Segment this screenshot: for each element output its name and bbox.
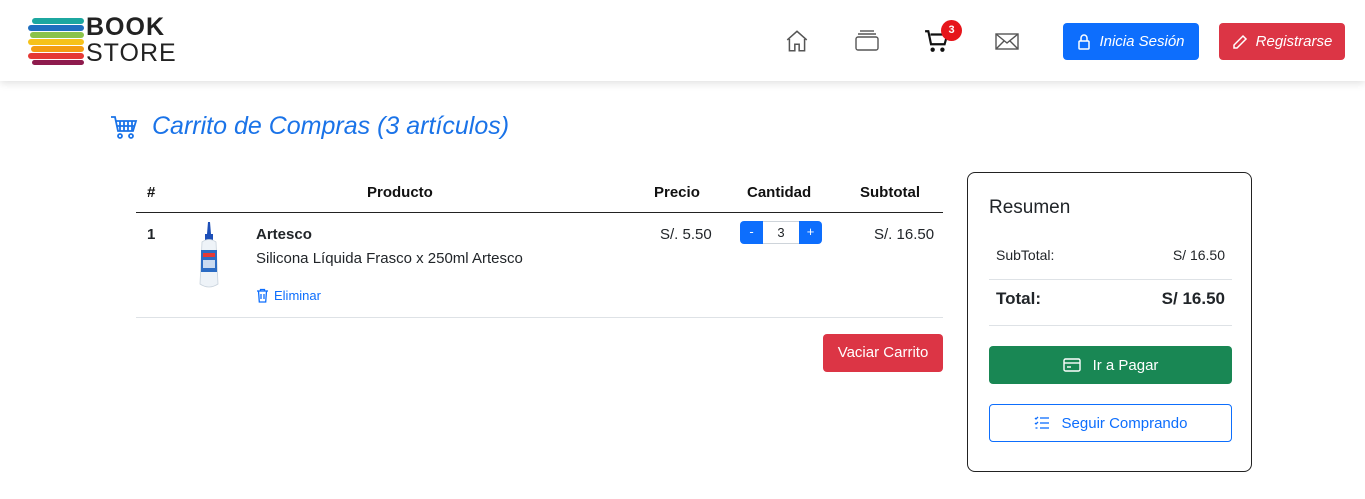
mail-icon[interactable]	[994, 28, 1020, 54]
qty-value[interactable]: 3	[763, 221, 799, 244]
summary-divider	[989, 279, 1232, 280]
layers-icon[interactable]	[854, 28, 880, 54]
login-button[interactable]: Inicia Sesión	[1063, 23, 1199, 60]
header-subtotal: Subtotal	[860, 184, 920, 201]
header-qty: Cantidad	[747, 184, 812, 201]
table-row-divider	[136, 317, 943, 318]
checkout-button[interactable]: Ir a Pagar	[989, 346, 1232, 384]
summary-total-label: Total:	[996, 289, 1042, 308]
summary-total-value: S/ 16.50	[1161, 289, 1225, 308]
product-subtotal: S/. 16.50	[874, 226, 935, 243]
summary-subtotal-label: SubTotal:	[996, 247, 1055, 263]
login-label: Inicia Sesión	[1099, 33, 1185, 50]
summary-subtotal-value: S/ 16.50	[1172, 247, 1225, 263]
remove-item-link[interactable]: Eliminar	[256, 288, 321, 303]
home-icon[interactable]	[784, 28, 810, 54]
product-image[interactable]	[194, 222, 224, 290]
register-label: Registrarse	[1255, 33, 1333, 50]
logo-text: BOOK STORE	[86, 14, 177, 66]
product-brand: Artesco	[256, 226, 312, 243]
bookstore-logo[interactable]: BOOK STORE	[28, 14, 178, 68]
clear-cart-button[interactable]: Vaciar Carrito	[823, 334, 943, 372]
summary-total-row: Total: S/ 16.50	[989, 289, 1232, 309]
register-button[interactable]: Registrarse	[1219, 23, 1345, 60]
logo-line-2: STORE	[86, 39, 177, 67]
list-icon	[1034, 416, 1049, 429]
qty-decrease-button[interactable]: -	[740, 221, 763, 244]
summary-title: Resumen	[989, 197, 1071, 218]
cart-count-badge: 3	[941, 20, 962, 41]
trash-icon	[257, 288, 268, 303]
header-price: Precio	[654, 184, 700, 201]
qty-increase-button[interactable]: +	[799, 221, 822, 244]
page-title-text: Carrito de Compras (3 artículos)	[152, 112, 510, 140]
pencil-icon	[1232, 34, 1247, 49]
header-product: Producto	[367, 184, 433, 201]
credit-card-icon	[1062, 358, 1081, 372]
navbar: BOOK STORE 3 Inicia Sesión Registrarse	[0, 0, 1365, 81]
summary-subtotal-row: SubTotal: S/ 16.50	[989, 247, 1232, 263]
shopping-cart-icon	[111, 115, 138, 139]
checkout-label: Ir a Pagar	[1092, 356, 1159, 374]
quantity-stepper: - 3 +	[740, 221, 822, 244]
lock-icon	[1078, 33, 1091, 50]
continue-shopping-label: Seguir Comprando	[1061, 414, 1188, 432]
continue-shopping-button[interactable]: Seguir Comprando	[989, 404, 1232, 442]
product-price: S/. 5.50	[660, 226, 712, 243]
logo-line-1: BOOK	[86, 13, 165, 41]
product-name: Silicona Líquida Frasco x 250ml Artesco	[256, 250, 523, 267]
page-title: Carrito de Compras (3 artículos)	[110, 112, 509, 141]
summary-divider	[989, 325, 1232, 326]
table-header-divider	[136, 212, 943, 213]
order-summary: Resumen SubTotal: S/ 16.50 Total: S/ 16.…	[967, 172, 1252, 472]
header-num: #	[147, 184, 156, 201]
logo-stripes-icon	[28, 18, 84, 65]
remove-label: Eliminar	[274, 288, 321, 303]
row-num: 1	[147, 226, 156, 243]
